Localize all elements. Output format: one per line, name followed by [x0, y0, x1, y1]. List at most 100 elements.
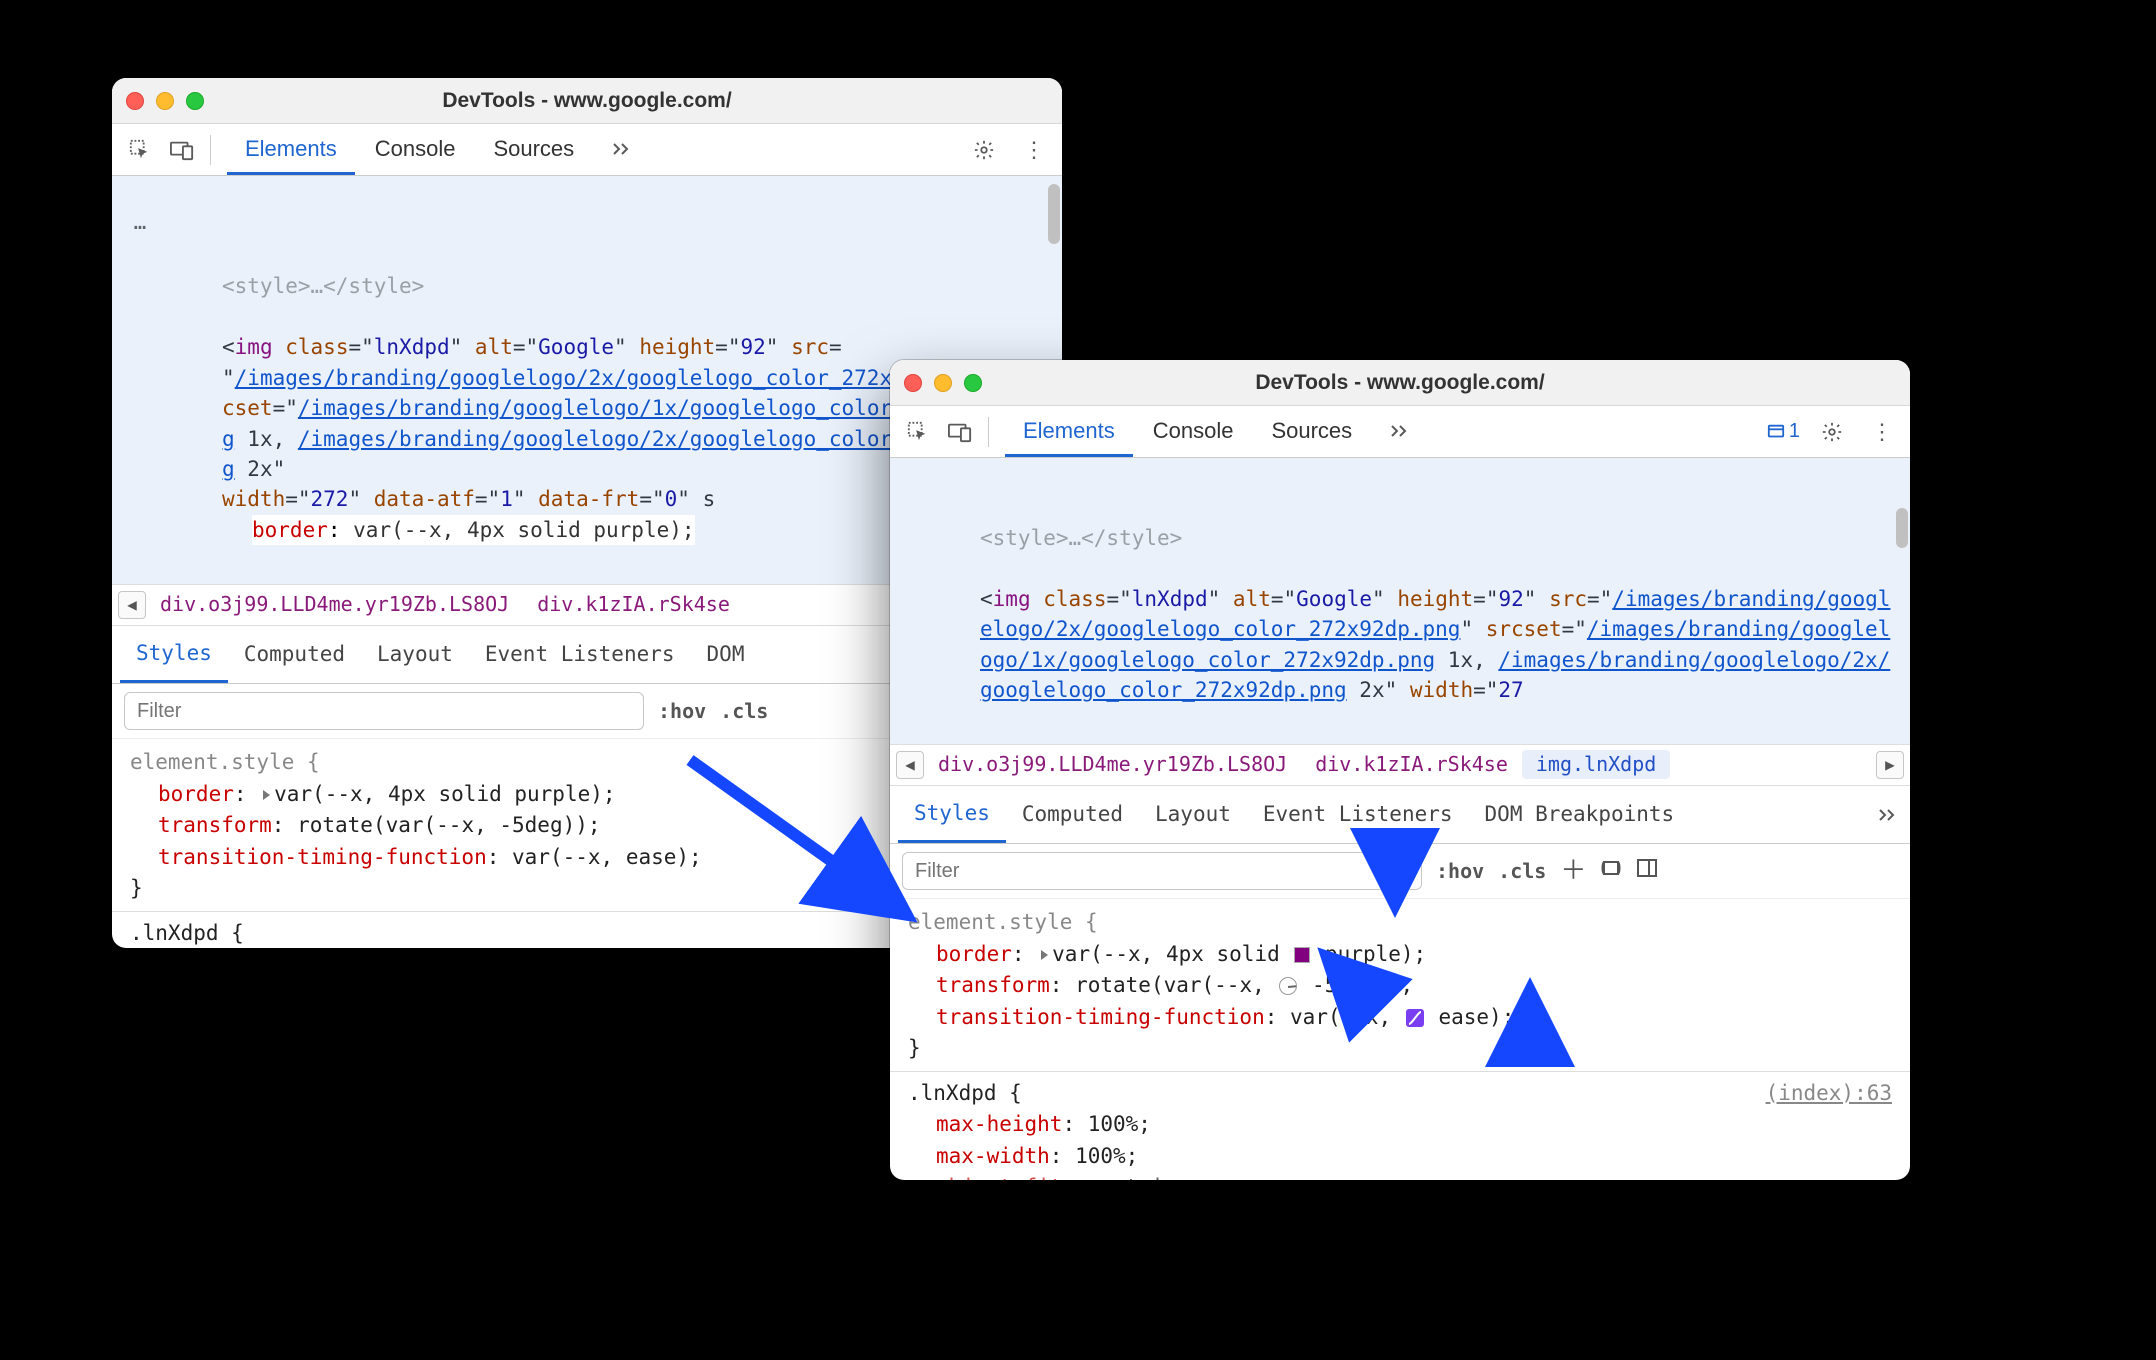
tab-elements[interactable]: Elements: [227, 124, 355, 175]
css-prop[interactable]: transform: [158, 813, 272, 837]
subtab-computed[interactable]: Computed: [228, 627, 361, 681]
tab-console[interactable]: Console: [1135, 406, 1252, 457]
css-val[interactable]: 100%;: [1075, 1144, 1138, 1168]
panel-tabs: Elements Console Sources: [227, 124, 654, 175]
tab-sources[interactable]: Sources: [475, 124, 592, 175]
device-toggle-icon[interactable]: [164, 132, 200, 168]
scrollbar-thumb[interactable]: [1048, 184, 1060, 244]
tab-elements[interactable]: Elements: [1005, 406, 1133, 457]
css-prop[interactable]: transition-timing-function: [936, 1005, 1265, 1029]
subtab-computed[interactable]: Computed: [1006, 787, 1139, 841]
breadcrumb-item[interactable]: div.o3j99.LLD4me.yr19Zb.LS8OJ: [146, 590, 523, 619]
computed-sidebar-icon[interactable]: [1636, 857, 1658, 886]
breadcrumb-item-selected[interactable]: img.lnXdpd: [1522, 750, 1670, 779]
flexbox-overlay-icon[interactable]: [1600, 857, 1622, 886]
traffic-lights: [904, 374, 982, 392]
kebab-menu-icon[interactable]: ⋮: [1016, 132, 1052, 168]
minimize-traffic[interactable]: [934, 374, 952, 392]
subtab-layout[interactable]: Layout: [1139, 787, 1247, 841]
styles-pane[interactable]: element.style { border: var(--x, 4px sol…: [890, 899, 1910, 1180]
styles-filter-input[interactable]: [124, 692, 644, 730]
subtab-styles[interactable]: Styles: [898, 786, 1006, 843]
hov-toggle[interactable]: :hov: [1436, 857, 1484, 886]
subtab-dom-breakpoints[interactable]: DOM: [691, 627, 761, 681]
css-val[interactable]: var(--x, ease);: [1290, 1005, 1514, 1029]
cls-toggle[interactable]: .cls: [720, 697, 768, 726]
close-traffic[interactable]: [904, 374, 922, 392]
minimize-traffic[interactable]: [156, 92, 174, 110]
breadcrumb-prev-icon[interactable]: ◀: [896, 751, 924, 779]
subtab-dom-breakpoints[interactable]: DOM Breakpoints: [1469, 787, 1691, 841]
inspect-icon[interactable]: [122, 132, 158, 168]
separator: [988, 417, 989, 447]
css-val[interactable]: var(--x, ease);: [512, 845, 702, 869]
main-toolbar: Elements Console Sources ⋮: [112, 124, 1062, 176]
hov-toggle[interactable]: :hov: [658, 697, 706, 726]
css-prop[interactable]: transition-timing-function: [158, 845, 487, 869]
css-val[interactable]: contain;: [1088, 1175, 1189, 1180]
source-link[interactable]: (index):63: [1766, 1078, 1892, 1110]
devtools-window-b: DevTools - www.google.com/ Elements Cons…: [890, 360, 1910, 1180]
more-tabs-chevrons-icon[interactable]: [594, 124, 654, 175]
settings-gear-icon[interactable]: [1814, 414, 1850, 450]
rule-separator: [890, 1071, 1910, 1072]
tab-console[interactable]: Console: [357, 124, 474, 175]
titlebar: DevTools - www.google.com/: [112, 78, 1062, 124]
breadcrumb-next-icon[interactable]: ▶: [1876, 751, 1904, 779]
inspect-icon[interactable]: [900, 414, 936, 450]
img-tag: img: [235, 335, 273, 359]
subtab-layout[interactable]: Layout: [361, 627, 469, 681]
css-val[interactable]: var(--x, 4px solid purple);: [274, 782, 615, 806]
rule-close: }: [908, 1033, 1892, 1065]
css-prop[interactable]: max-width: [936, 1144, 1050, 1168]
titlebar: DevTools - www.google.com/: [890, 360, 1910, 406]
zoom-traffic[interactable]: [964, 374, 982, 392]
new-rule-icon[interactable]: ＋: [1560, 853, 1586, 891]
css-prop[interactable]: border: [158, 782, 234, 806]
css-prop[interactable]: transform: [936, 973, 1050, 997]
closed-style-tag: <style>…</style>: [222, 274, 424, 298]
traffic-lights: [126, 92, 204, 110]
css-prop[interactable]: max-height: [936, 1112, 1062, 1136]
more-tabs-chevrons-icon[interactable]: [1372, 406, 1432, 457]
expand-shorthand-icon[interactable]: [263, 790, 270, 800]
main-toolbar: Elements Console Sources 1 ⋮: [890, 406, 1910, 458]
close-traffic[interactable]: [126, 92, 144, 110]
inline-style-preview: border: var(--x, 4px solid purple);: [252, 515, 695, 545]
css-prop[interactable]: object-fit: [936, 1175, 1062, 1180]
scrollbar-thumb[interactable]: [1896, 508, 1908, 548]
collapsed-siblings-icon[interactable]: ⋯: [126, 212, 154, 242]
expand-shorthand-icon[interactable]: [1041, 950, 1048, 960]
window-title: DevTools - www.google.com/: [112, 89, 1062, 113]
color-swatch-icon[interactable]: [1294, 947, 1310, 963]
css-val[interactable]: rotate(var(--x, -5deg));: [1075, 973, 1413, 997]
cls-toggle[interactable]: .cls: [1498, 857, 1546, 886]
css-val[interactable]: var(--x, 4px solid purple);: [1052, 942, 1426, 966]
dom-tree[interactable]: <style>…</style> <img class="lnXdpd" alt…: [890, 458, 1910, 744]
breadcrumb-item[interactable]: div.k1zIA.rSk4se: [523, 590, 744, 619]
subtab-event-listeners[interactable]: Event Listeners: [469, 627, 691, 681]
settings-gear-icon[interactable]: [966, 132, 1002, 168]
breadcrumb-item[interactable]: div.o3j99.LLD4me.yr19Zb.LS8OJ: [924, 750, 1301, 779]
src-link[interactable]: /images/branding/googlelogo/2x/googlelog…: [235, 366, 994, 390]
angle-swatch-icon[interactable]: [1279, 977, 1297, 995]
device-toggle-icon[interactable]: [942, 414, 978, 450]
styles-filter-input[interactable]: [902, 852, 1422, 890]
issues-badge[interactable]: 1: [1767, 420, 1800, 443]
css-val[interactable]: 100%;: [1088, 1112, 1151, 1136]
breadcrumb-prev-icon[interactable]: ◀: [118, 591, 146, 619]
separator: [210, 135, 211, 165]
subtab-styles[interactable]: Styles: [120, 626, 228, 683]
tab-sources[interactable]: Sources: [1253, 406, 1370, 457]
zoom-traffic[interactable]: [186, 92, 204, 110]
styles-tabstrip: Styles Computed Layout Event Listeners D…: [890, 786, 1910, 844]
css-val[interactable]: rotate(var(--x, -5deg));: [297, 813, 600, 837]
css-prop[interactable]: border: [936, 942, 1012, 966]
breadcrumb-item[interactable]: div.k1zIA.rSk4se: [1301, 750, 1522, 779]
easing-swatch-icon[interactable]: [1406, 1009, 1424, 1027]
kebab-menu-icon[interactable]: ⋮: [1864, 414, 1900, 450]
rule-selector: element.style {: [908, 907, 1892, 939]
styles-filter-bar: :hov .cls ＋: [890, 844, 1910, 899]
subtab-event-listeners[interactable]: Event Listeners: [1247, 787, 1469, 841]
more-subtabs-icon[interactable]: [1878, 808, 1902, 822]
